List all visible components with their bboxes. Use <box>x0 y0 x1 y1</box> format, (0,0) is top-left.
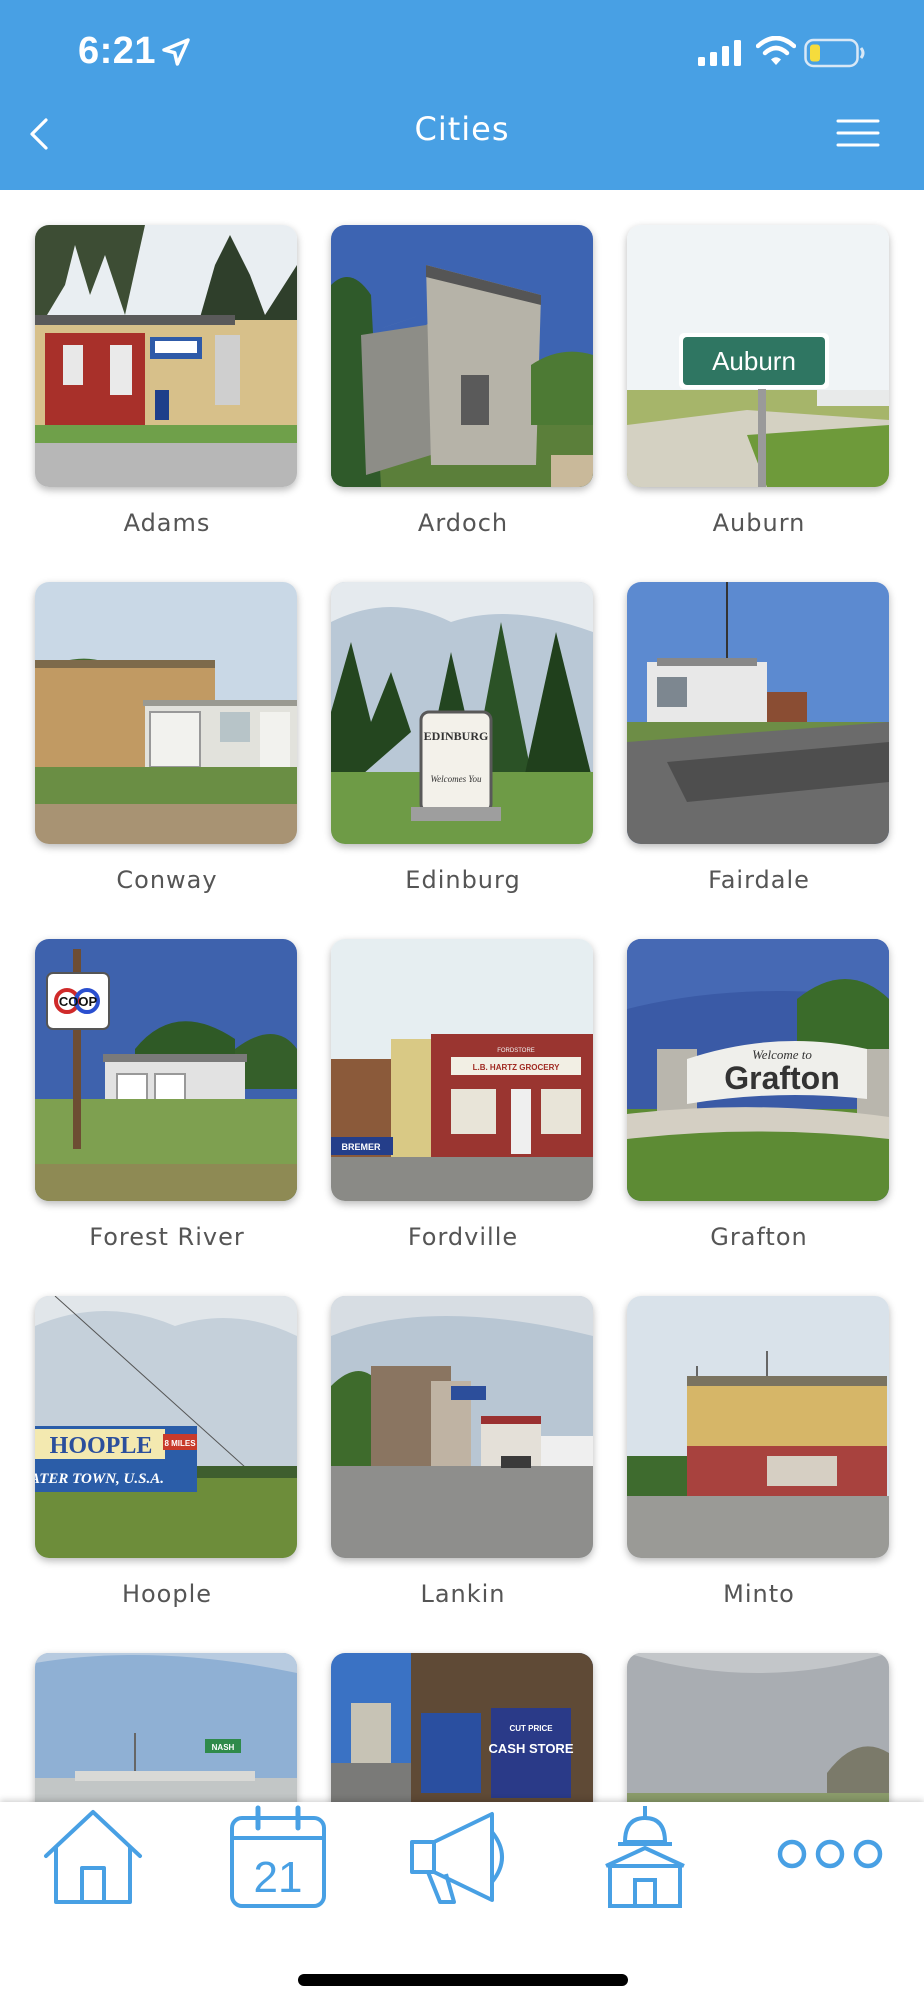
more-dots-icon[interactable] <box>774 1802 886 1912</box>
sign-text: L.B. HARTZ GROCERY <box>473 1063 560 1072</box>
sign-text: CUT PRICE <box>509 1724 553 1733</box>
city-card-unnamed[interactable] <box>627 1653 891 1802</box>
city-photo <box>35 582 297 844</box>
city-photo: CUT PRICE CASH STORE <box>331 1653 593 1802</box>
city-photo: HOOPLE 8 MILES ATER TOWN, U.S.A. <box>35 1296 297 1558</box>
home-icon[interactable] <box>40 1802 146 1912</box>
city-photo <box>35 225 297 487</box>
city-name: Forest River <box>89 1223 245 1251</box>
city-name: Ardoch <box>417 509 509 537</box>
city-photo: EDINBURG Welcomes You <box>331 582 593 844</box>
city-photo <box>331 1296 593 1558</box>
calendar-date: 21 <box>254 1853 303 1902</box>
city-name: Fairdale <box>708 866 810 894</box>
city-name: Conway <box>116 866 218 894</box>
city-card-conway[interactable]: Conway <box>35 582 299 894</box>
wifi-icon <box>756 36 796 65</box>
bottom-tab-bar: 21 <box>0 1802 924 2000</box>
hamburger-menu-icon[interactable] <box>834 115 882 151</box>
city-card-edinburg[interactable]: EDINBURG Welcomes You Edinburg <box>331 582 595 894</box>
city-photo <box>627 1296 889 1558</box>
city-card-auburn[interactable]: Auburn Auburn <box>627 225 891 537</box>
status-time: 6:21 <box>78 30 157 72</box>
sign-badge: 8 MILES <box>164 1439 196 1448</box>
city-name: Adams <box>123 509 211 537</box>
home-indicator[interactable] <box>298 1974 628 1986</box>
calendar-icon: 21 <box>230 1805 326 1908</box>
city-name: Minto <box>723 1580 795 1608</box>
banner-text: BREMER <box>341 1142 381 1152</box>
sign-subtext: FORDSTORE <box>497 1048 535 1054</box>
city-photo <box>331 225 593 487</box>
city-card-fordville[interactable]: L.B. HARTZ GROCERY FORDSTORE BREMER Ford… <box>331 939 595 1251</box>
city-photo: Welcome to Grafton <box>627 939 889 1201</box>
city-hall-icon[interactable] <box>600 1802 690 1912</box>
megaphone-icon[interactable] <box>404 1802 518 1912</box>
location-arrow-icon <box>162 38 190 66</box>
sign-text: Auburn <box>712 346 796 376</box>
sign-subtext: CASH STORE <box>489 1741 574 1756</box>
sign-text: HOOPLE <box>50 1433 153 1459</box>
signal-bars-icon <box>698 40 741 66</box>
city-card-grafton[interactable]: Welcome to Grafton Grafton <box>627 939 891 1251</box>
sign-text: Grafton <box>724 1060 840 1096</box>
city-card-hoople[interactable]: HOOPLE 8 MILES ATER TOWN, U.S.A. Hoople <box>35 1296 299 1608</box>
city-name: Hoople <box>121 1580 213 1608</box>
sign-subtext: Welcomes You <box>430 774 482 784</box>
city-card-nash[interactable]: NASH <box>35 1653 299 1802</box>
cities-grid: Adams Ardoch Auburn Auburn Conway EDINBU… <box>0 190 924 1802</box>
city-card-fairdale[interactable]: Fairdale <box>627 582 891 894</box>
sign-text: COOP <box>59 994 98 1009</box>
app-header: 6:21 Cities <box>0 0 924 190</box>
page-title: Cities <box>414 110 510 148</box>
city-name: Fordville <box>407 1223 519 1251</box>
city-card-forest-river[interactable]: COOP Forest River <box>35 939 299 1251</box>
city-photo <box>627 1653 889 1802</box>
city-name: Edinburg <box>405 866 521 894</box>
city-card-cash-store[interactable]: CUT PRICE CASH STORE <box>331 1653 595 1802</box>
sign-text: EDINBURG <box>424 729 489 743</box>
city-card-lankin[interactable]: Lankin <box>331 1296 595 1608</box>
city-photo <box>627 582 889 844</box>
battery-low-icon <box>804 38 865 68</box>
city-card-adams[interactable]: Adams <box>35 225 299 537</box>
calendar-tab[interactable]: 21 <box>228 1802 328 1912</box>
city-card-ardoch[interactable]: Ardoch <box>331 225 595 537</box>
sign-subtext: ATER TOWN, U.S.A. <box>35 1471 164 1487</box>
city-name: Lankin <box>420 1580 506 1608</box>
city-photo: Auburn <box>627 225 889 487</box>
city-card-minto[interactable]: Minto <box>627 1296 891 1608</box>
sign-text: NASH <box>212 1743 235 1752</box>
city-photo: L.B. HARTZ GROCERY FORDSTORE BREMER <box>331 939 593 1201</box>
city-name: Auburn <box>712 509 806 537</box>
city-name: Grafton <box>710 1223 808 1251</box>
city-photo: COOP <box>35 939 297 1201</box>
city-photo: NASH <box>35 1653 297 1802</box>
